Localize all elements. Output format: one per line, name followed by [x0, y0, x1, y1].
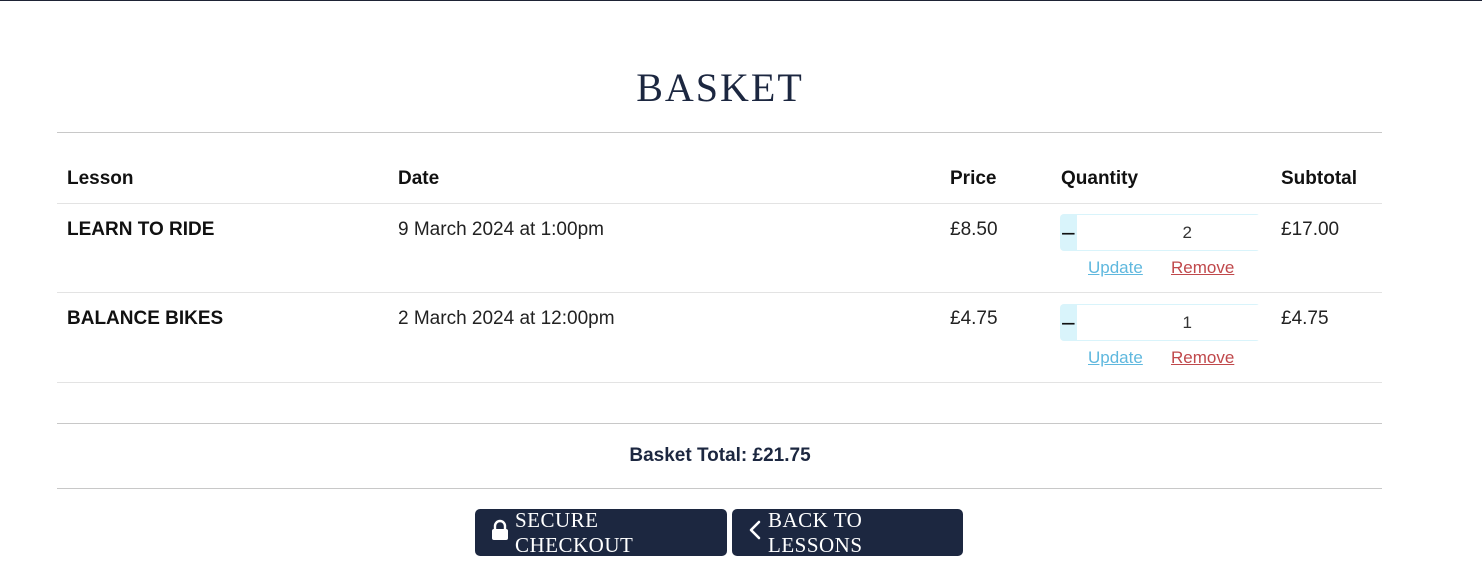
back-label: BACK TO LESSONS	[768, 507, 863, 557]
remove-link[interactable]: Remove	[1171, 258, 1234, 278]
column-header-date: Date	[398, 168, 440, 189]
lesson-name: BALANCE BIKES	[67, 308, 224, 329]
remove-link[interactable]: Remove	[1171, 348, 1234, 368]
column-header-lesson: Lesson	[67, 168, 134, 189]
lock-icon	[491, 519, 515, 547]
update-link[interactable]: Update	[1088, 348, 1143, 368]
lesson-name: LEARN TO RIDE	[67, 219, 215, 240]
row-divider	[57, 292, 1382, 293]
checkout-label: SECURE CHECKOUT	[515, 507, 634, 557]
quantity-stepper: − +	[1060, 304, 1260, 341]
basket-total: Basket Total: £21.75	[629, 445, 811, 466]
column-header-quantity: Quantity	[1061, 168, 1139, 189]
row-divider	[57, 382, 1382, 383]
lesson-subtotal: £4.75	[1281, 308, 1329, 329]
lesson-date: 9 March 2024 at 1:00pm	[398, 219, 604, 240]
back-to-lessons-button[interactable]: BACK TO LESSONS	[732, 507, 963, 557]
quantity-input[interactable]	[1076, 214, 1260, 251]
lesson-date: 2 March 2024 at 12:00pm	[398, 308, 615, 329]
title-divider	[57, 132, 1382, 133]
quantity-stepper: − +	[1060, 214, 1260, 251]
total-bottom-divider	[57, 488, 1382, 489]
column-header-price: Price	[950, 168, 997, 189]
total-top-divider	[57, 423, 1382, 424]
decrement-button[interactable]: −	[1060, 214, 1077, 251]
page-title: BASKET	[636, 65, 804, 110]
update-link[interactable]: Update	[1088, 258, 1143, 278]
secure-checkout-button[interactable]: SECURE CHECKOUT	[475, 507, 727, 557]
chevron-left-icon	[748, 520, 768, 546]
row-divider	[57, 203, 1382, 204]
lesson-price: £8.50	[950, 219, 998, 240]
quantity-input[interactable]	[1076, 304, 1260, 341]
lesson-price: £4.75	[950, 308, 998, 329]
decrement-button[interactable]: −	[1060, 304, 1077, 341]
lesson-subtotal: £17.00	[1281, 219, 1340, 240]
top-border	[0, 0, 1482, 1]
column-header-subtotal: Subtotal	[1281, 168, 1357, 189]
